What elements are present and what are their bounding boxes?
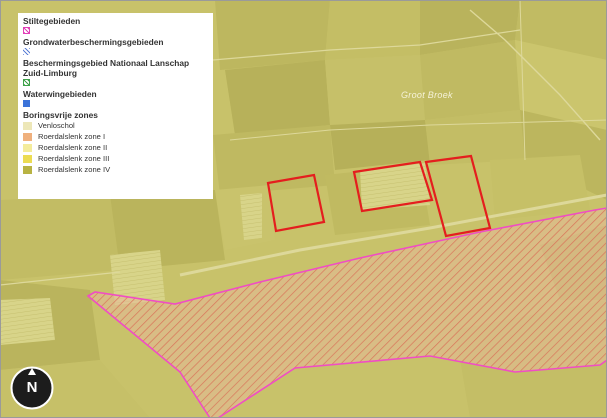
legend-item-roerdalslenk-zone-ii: Roerdalslenk zone II (23, 142, 208, 153)
legend-title-grondwater: Grondwaterbeschermingsgebieden (23, 37, 164, 47)
nationaal-landschap-swatch (23, 79, 30, 86)
roerdalslenk-zone-i-swatch (23, 132, 32, 141)
legend-title-boringsvrije: Boringsvrije zones (23, 110, 98, 120)
venloschol-swatch (23, 121, 32, 130)
grondwater-swatch (23, 48, 30, 55)
map-legend: Stiltegebieden Grondwaterbeschermingsgeb… (18, 13, 213, 199)
roerdalslenk-zone-ii-swatch (23, 143, 32, 152)
legend-item-roerdalslenk-zone-iv: Roerdalslenk zone IV (23, 164, 208, 175)
map-view[interactable]: Groot Broek Stiltegebieden Grondwaterbes… (0, 0, 607, 418)
stiltegebieden-swatch (23, 27, 30, 34)
legend-item-label: Roerdalslenk zone I (38, 132, 106, 141)
legend-item-label: Venloschol (38, 121, 75, 130)
roerdalslenk-zone-iv-swatch (23, 165, 32, 174)
north-arrow: N (10, 366, 54, 410)
legend-item-label: Roerdalslenk zone II (38, 143, 108, 152)
waterwingebieden-swatch (23, 100, 30, 107)
legend-title-stiltegebieden: Stiltegebieden (23, 16, 81, 26)
legend-title-waterwingebieden: Waterwingebieden (23, 89, 97, 99)
roerdalslenk-zone-iii-swatch (23, 154, 32, 163)
legend-item-roerdalslenk-zone-iii: Roerdalslenk zone III (23, 153, 208, 164)
place-label-groot-broek: Groot Broek (401, 90, 453, 100)
north-arrow-label: N (26, 379, 38, 396)
legend-item-roerdalslenk-zone-i: Roerdalslenk zone I (23, 131, 208, 142)
legend-item-label: Roerdalslenk zone IV (38, 165, 111, 174)
legend-item-label: Roerdalslenk zone III (38, 154, 110, 163)
legend-title-nationaal-landschap: Beschermingsgebied Nationaal Lanschap Zu… (23, 58, 190, 78)
legend-item-venloschol: Venloschol (23, 120, 208, 131)
